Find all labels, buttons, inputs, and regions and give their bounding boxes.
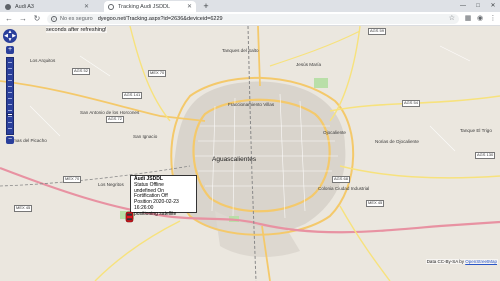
attribution-prefix: Data CC-By-SA by <box>426 259 464 264</box>
place-label: Fraccionamiento Villas <box>228 102 275 107</box>
map-viewport[interactable]: Los Arquitos San Antonio de los Horcones… <box>0 26 500 281</box>
tab-title: Tracking Audi JSDDL <box>118 3 171 10</box>
refresh-notice: seconds after refreshing! <box>46 27 107 33</box>
zoom-bar[interactable] <box>6 57 14 135</box>
tab-close-icon[interactable]: ✕ <box>84 4 89 10</box>
place-label: Los Arquitos <box>30 58 56 63</box>
arrow-left-icon[interactable]: ← <box>4 14 14 24</box>
zoom-in-button[interactable]: + <box>6 46 14 54</box>
zoom-tick <box>8 110 12 111</box>
road-shield: AGS 68 <box>332 176 351 183</box>
road-shield: AGS 72 <box>106 116 125 123</box>
pan-control[interactable]: ▲ ◀ ▶ ▼ <box>3 29 17 43</box>
road-shield: MEX 70 <box>63 176 82 183</box>
info-icon[interactable]: i <box>51 16 57 22</box>
tab-tracking[interactable]: Tracking Audi JSDDL ✕ <box>104 1 196 12</box>
zoom-tick <box>8 98 12 99</box>
zoom-tick <box>8 128 12 129</box>
place-label: Tanque El Trigo <box>460 128 492 133</box>
place-label: Ojocaliente <box>323 130 346 135</box>
kebab-menu-icon[interactable]: ⋮ <box>488 14 498 24</box>
extension-icon[interactable]: ▦ <box>463 14 473 24</box>
zoom-tick <box>8 62 12 63</box>
tab-close-icon[interactable]: ✕ <box>187 4 192 10</box>
zoom-tick <box>8 104 12 105</box>
zoom-out-button[interactable]: − <box>6 136 14 144</box>
vehicle-info-popup: Audi JSDDL Status Offline undefined On F… <box>130 175 197 217</box>
zoom-tick <box>8 74 12 75</box>
close-window-button[interactable]: ✕ <box>486 0 500 12</box>
profile-icon[interactable]: ◉ <box>475 14 485 24</box>
car-marker-icon[interactable] <box>125 211 134 223</box>
tab-audi-a3[interactable]: Audi A3 ✕ <box>1 1 93 12</box>
road-shield: AGS 52 <box>72 68 91 75</box>
new-tab-button[interactable]: + <box>201 1 211 11</box>
road-shield: AGS 130 <box>475 152 496 159</box>
place-label: San Antonio de los Horcones <box>80 110 140 115</box>
place-label: Jesús María <box>296 62 322 67</box>
vehicle-positioning-source: positioning satellite <box>134 210 177 217</box>
zoom-tick <box>8 92 12 93</box>
map-attribution: Data CC-By-SA by OpenStreetMap <box>425 259 498 264</box>
browser-toolbar: ← → ↻ i No es seguro dyegoo.net/Tracking… <box>0 12 500 26</box>
zoom-tick <box>8 86 12 87</box>
road-shield: AGS 141 <box>122 92 143 99</box>
road-shield: AGS 54 <box>402 100 421 107</box>
zoom-tick <box>8 116 12 117</box>
tab-favicon-icon <box>5 3 11 10</box>
minimize-button[interactable]: — <box>456 0 470 12</box>
zoom-tick <box>8 68 12 69</box>
zoom-slider-handle[interactable] <box>7 113 13 116</box>
pan-down-icon[interactable]: ▼ <box>8 37 13 43</box>
tab-title: Audi A3 <box>15 3 34 10</box>
pan-zoom-control: ▲ ◀ ▶ ▼ + − <box>3 29 17 144</box>
place-label: San Ignacio <box>133 134 158 139</box>
place-label: Norias de Ojocaliente <box>375 139 419 144</box>
place-label: Tanques del Salto <box>222 48 259 53</box>
zoom-tick <box>8 122 12 123</box>
star-icon[interactable]: ☆ <box>449 14 455 24</box>
road-shield: AGS 59 <box>368 28 387 35</box>
address-bar[interactable]: i No es seguro dyegoo.net/Tracking.aspx?… <box>47 14 459 24</box>
tab-favicon-icon <box>108 3 114 10</box>
road-shield: MEX 70 <box>148 70 167 77</box>
osm-link[interactable]: OpenStreetMap <box>465 259 497 264</box>
map-tiles <box>0 26 500 281</box>
security-label: No es seguro <box>60 16 93 22</box>
road-shield: MEX 45 <box>366 200 385 207</box>
place-label: Colonia Ciudad Industrial <box>318 186 370 191</box>
city-label: Aguascalientes <box>212 156 257 163</box>
maximize-button[interactable]: □ <box>471 0 485 12</box>
road-shield: MEX 45 <box>14 205 33 212</box>
zoom-tick <box>8 80 12 81</box>
reload-icon[interactable]: ↻ <box>32 14 42 24</box>
tab-bar: Audi A3 ✕ Tracking Audi JSDDL ✕ + — □ ✕ <box>0 0 500 12</box>
url-text[interactable]: dyegoo.net/Tracking.aspx?id=2636&devicei… <box>98 16 223 22</box>
place-label: Los Negritos <box>98 182 124 187</box>
arrow-right-icon[interactable]: → <box>18 14 28 24</box>
